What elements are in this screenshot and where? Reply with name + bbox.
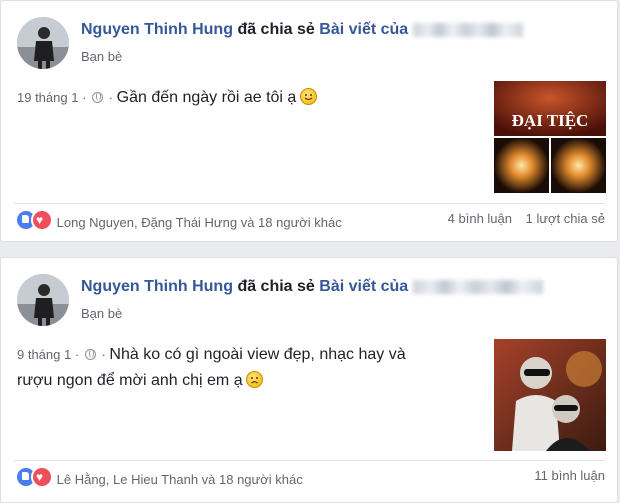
separator: ·: [108, 90, 114, 105]
post-header: Nguyen Thinh Hung đã chia sẻ Bài viết củ…: [81, 21, 523, 39]
globe-icon: [92, 92, 104, 103]
audience-label: Bạn bè: [81, 306, 123, 321]
share-verb: đã chia sẻ: [237, 278, 315, 295]
post-text: Gần đến ngày rồi ae tôi ạ: [116, 89, 297, 106]
separator: ·: [74, 347, 80, 362]
shared-post-link[interactable]: Bài viết của: [319, 278, 408, 295]
engagement-counts: 11 bình luận: [534, 468, 605, 483]
share-verb: đã chia sẻ: [237, 21, 315, 38]
globe-icon: [84, 349, 96, 360]
shared-post-link[interactable]: Bài viết của: [319, 21, 408, 38]
love-reaction-icon: [31, 209, 53, 231]
blurred-page-name: [412, 22, 523, 37]
comments-count[interactable]: 4 bình luận: [448, 211, 512, 226]
feed-post-1: Nguyen Thinh Hung đã chia sẻ Bài viết củ…: [0, 0, 618, 242]
reactions-names[interactable]: Long Nguyen, Đặng Thái Hưng và 18 người …: [57, 215, 342, 230]
engagement-counts: 4 bình luận 1 lượt chia sẻ: [448, 211, 605, 226]
post-thumbnail[interactable]: [494, 339, 606, 451]
separator: ·: [82, 90, 87, 105]
author-name-link[interactable]: Nguyen Thinh Hung: [81, 21, 233, 38]
post-meta: 9 tháng 1 · · Nhà ko có gì ngoài view đẹ…: [17, 342, 406, 368]
post-meta: 19 tháng 1 · · Gần đến ngày rồi ae tôi ạ: [17, 85, 317, 111]
audience-label: Bạn bè: [81, 49, 123, 64]
author-avatar[interactable]: [17, 274, 69, 326]
shares-count[interactable]: 1 lượt chia sẻ: [526, 211, 605, 226]
post-thumbnail[interactable]: ĐẠI TIỆC: [494, 81, 606, 193]
reactions-names[interactable]: Lê Hằng, Le Hieu Thanh và 18 người khác: [57, 472, 303, 487]
divider: [13, 203, 605, 204]
reactions-bar[interactable]: Lê Hằng, Le Hieu Thanh và 18 người khác: [15, 466, 303, 488]
sad-emoji-icon: [246, 371, 264, 388]
smile-emoji-icon: [299, 88, 317, 105]
author-avatar[interactable]: [17, 17, 69, 69]
post-header: Nguyen Thinh Hung đã chia sẻ Bài viết củ…: [81, 278, 543, 296]
divider: [13, 460, 605, 461]
separator: ·: [101, 347, 106, 362]
post-text-line-2-wrap: rượu ngon để mời anh chị em ạ: [17, 368, 264, 394]
comments-count[interactable]: 11 bình luận: [534, 468, 605, 483]
post-date-link[interactable]: 9 tháng 1: [17, 347, 71, 362]
love-reaction-icon: [31, 466, 53, 488]
post-text-line-2: rượu ngon để mời anh chị em ạ: [17, 372, 243, 389]
feed-post-2: Nguyen Thinh Hung đã chia sẻ Bài viết củ…: [0, 257, 618, 503]
reactions-bar[interactable]: Long Nguyen, Đặng Thái Hưng và 18 người …: [15, 209, 342, 231]
post-date-link[interactable]: 19 tháng 1: [17, 90, 78, 105]
thumbnail-title: ĐẠI TIỆC: [512, 111, 589, 130]
author-name-link[interactable]: Nguyen Thinh Hung: [81, 278, 233, 295]
blurred-page-name: [412, 279, 543, 294]
post-text-line-1: Nhà ko có gì ngoài view đẹp, nhạc hay và: [109, 346, 406, 363]
